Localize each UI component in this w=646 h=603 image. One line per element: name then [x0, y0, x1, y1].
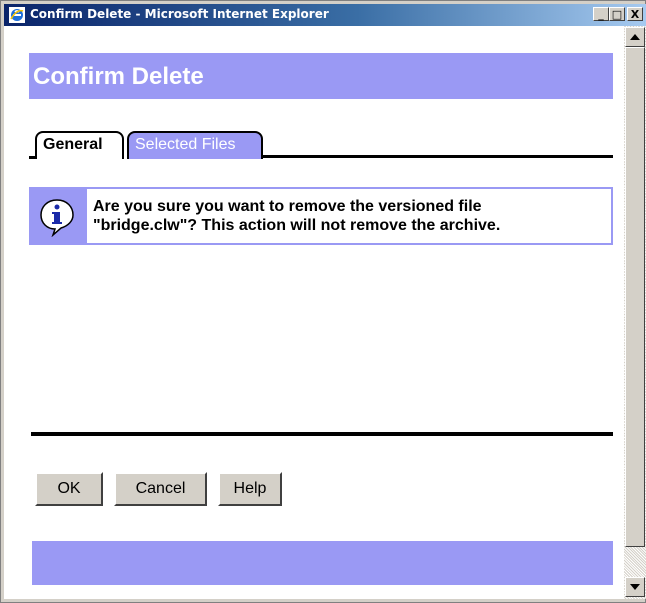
close-icon: X	[630, 7, 640, 21]
scroll-thumb[interactable]	[625, 47, 645, 547]
tab-divider-left	[29, 156, 35, 159]
message-box: Are you sure you want to remove the vers…	[29, 187, 613, 245]
browser-window: Confirm Delete - Microsoft Internet Expl…	[0, 0, 646, 603]
footer-band	[32, 541, 613, 585]
bottom-divider	[31, 432, 613, 436]
message-line-1: Are you sure you want to remove the vers…	[93, 198, 482, 215]
arrow-down-icon	[630, 584, 640, 590]
page-title: Confirm Delete	[33, 63, 204, 90]
message-line-2: "bridge.clw"? This action will not remov…	[93, 217, 501, 234]
scroll-down-button[interactable]	[625, 577, 645, 597]
ok-button[interactable]: OK	[35, 472, 103, 506]
message-text: Are you sure you want to remove the vers…	[93, 197, 608, 235]
minimize-button[interactable]: _	[593, 7, 609, 21]
cancel-button[interactable]: Cancel	[114, 472, 207, 506]
scroll-up-button[interactable]	[625, 27, 645, 47]
window-title: Confirm Delete - Microsoft Internet Expl…	[30, 7, 329, 21]
page-content	[4, 26, 624, 599]
tab-general-label: General	[43, 136, 103, 153]
tab-selected-files[interactable]: Selected Files	[127, 131, 263, 159]
help-button[interactable]: Help	[218, 472, 282, 506]
tab-divider	[263, 155, 613, 158]
title-bar[interactable]: Confirm Delete - Microsoft Internet Expl…	[4, 4, 646, 26]
vertical-scrollbar[interactable]	[624, 26, 646, 599]
maximize-button[interactable]: □	[609, 7, 625, 21]
info-icon	[40, 199, 74, 237]
close-button[interactable]: X	[627, 7, 643, 21]
maximize-icon: □	[611, 7, 623, 21]
arrow-up-icon	[630, 34, 640, 40]
tab-general[interactable]: General	[35, 131, 124, 159]
internet-explorer-icon	[9, 7, 25, 23]
minimize-icon: _	[598, 7, 604, 21]
tab-selected-files-label: Selected Files	[135, 136, 236, 153]
